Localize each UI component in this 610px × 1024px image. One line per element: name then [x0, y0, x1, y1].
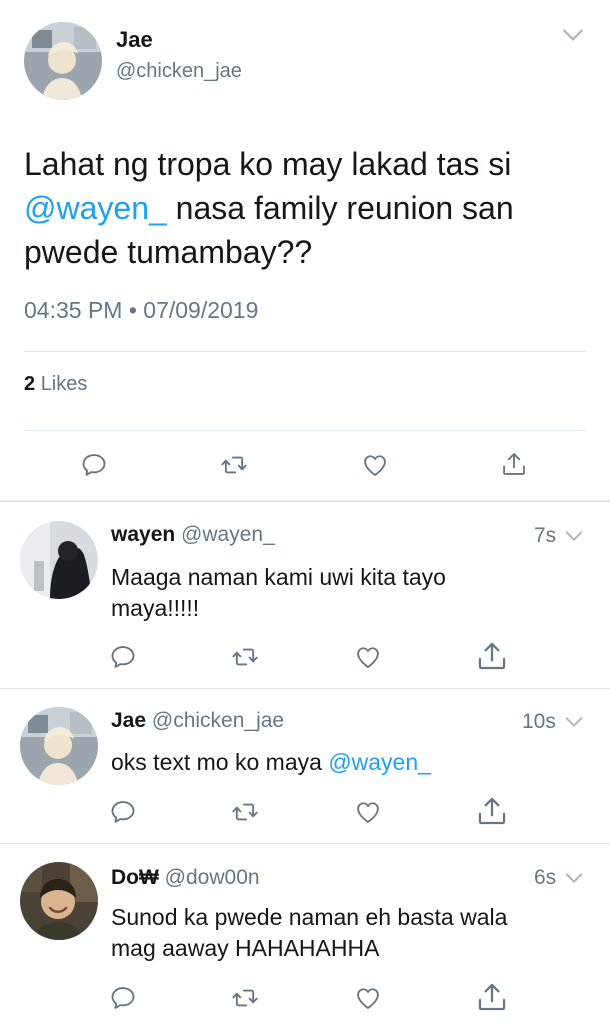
tweet-text: Lahat ng tropa ko may lakad tas si @waye… — [24, 142, 594, 274]
author-handle[interactable]: @wayen_ — [181, 523, 275, 546]
reply-text-line: maya!!!!! — [111, 595, 200, 621]
share-icon[interactable] — [500, 450, 528, 478]
reply-text: Maaga naman kami uwi kita tayo maya!!!!! — [111, 562, 446, 624]
reply-text-line: mag aaway HAHAHAHHA — [111, 935, 380, 961]
retweet-icon[interactable] — [231, 643, 259, 671]
reply-icon[interactable] — [80, 451, 108, 479]
reply-text-line: Maaga naman kami uwi kita tayo — [111, 564, 446, 590]
author-handle[interactable]: @chicken_jae — [152, 709, 284, 732]
reply-header: Do₩ @dow00n — [111, 866, 260, 890]
reply-header: Jae @chicken_jae — [111, 709, 284, 733]
chevron-down-icon[interactable] — [563, 867, 585, 889]
author-name[interactable]: Do₩ — [111, 866, 159, 889]
like-icon[interactable] — [354, 984, 382, 1012]
reply-time[interactable]: 7s — [534, 524, 556, 548]
reply-icon[interactable] — [109, 984, 137, 1012]
divider — [24, 351, 586, 352]
share-icon[interactable] — [475, 980, 509, 1014]
reply-text: Sunod ka pwede naman eh basta wala mag a… — [111, 902, 507, 964]
like-icon[interactable] — [354, 643, 382, 671]
tweet-text-line: @wayen_ nasa family reunion san — [24, 190, 514, 226]
author-handle[interactable]: @chicken_jae — [116, 60, 242, 83]
likes-count: 2 — [24, 373, 36, 395]
reply-text: oks text mo ko maya @wayen_ — [111, 749, 431, 775]
avatar[interactable] — [20, 521, 98, 599]
retweet-icon[interactable] — [231, 798, 259, 826]
chevron-down-icon[interactable] — [563, 525, 585, 547]
author-name[interactable]: Jae — [111, 709, 146, 732]
reply-text-line: Sunod ka pwede naman eh basta wala — [111, 904, 508, 930]
mention-link[interactable]: @wayen_ — [24, 190, 167, 226]
avatar[interactable] — [24, 22, 102, 100]
divider — [0, 500, 610, 502]
mention-link[interactable]: @wayen_ — [328, 749, 431, 775]
avatar[interactable] — [20, 707, 98, 785]
retweet-icon[interactable] — [220, 451, 248, 479]
author-name[interactable]: Jae — [116, 27, 153, 53]
divider — [0, 688, 610, 689]
likes-count-row[interactable]: 2 Likes — [24, 373, 87, 396]
retweet-icon[interactable] — [231, 984, 259, 1012]
chevron-down-icon[interactable] — [560, 22, 586, 48]
author-handle[interactable]: @dow00n — [165, 866, 260, 889]
reply-time[interactable]: 6s — [534, 866, 556, 890]
reply-icon[interactable] — [109, 798, 137, 826]
reply-time[interactable]: 10s — [522, 710, 556, 734]
chevron-down-icon[interactable] — [563, 711, 585, 733]
tweet-text-line: Lahat ng tropa ko may lakad tas si — [24, 146, 512, 182]
likes-label: Likes — [40, 373, 88, 395]
tweet-text-line: pwede tumambay?? — [24, 234, 313, 270]
like-icon[interactable] — [361, 451, 389, 479]
reply-icon[interactable] — [109, 643, 137, 671]
share-icon[interactable] — [475, 639, 509, 673]
reply-header: wayen @wayen_ — [111, 523, 275, 547]
share-icon[interactable] — [475, 794, 509, 828]
divider — [24, 430, 586, 431]
like-icon[interactable] — [354, 798, 382, 826]
tweet-timestamp[interactable]: 04:35 PM • 07/09/2019 — [24, 297, 258, 324]
author-name[interactable]: wayen — [111, 523, 175, 546]
avatar[interactable] — [20, 862, 98, 940]
divider — [0, 843, 610, 844]
